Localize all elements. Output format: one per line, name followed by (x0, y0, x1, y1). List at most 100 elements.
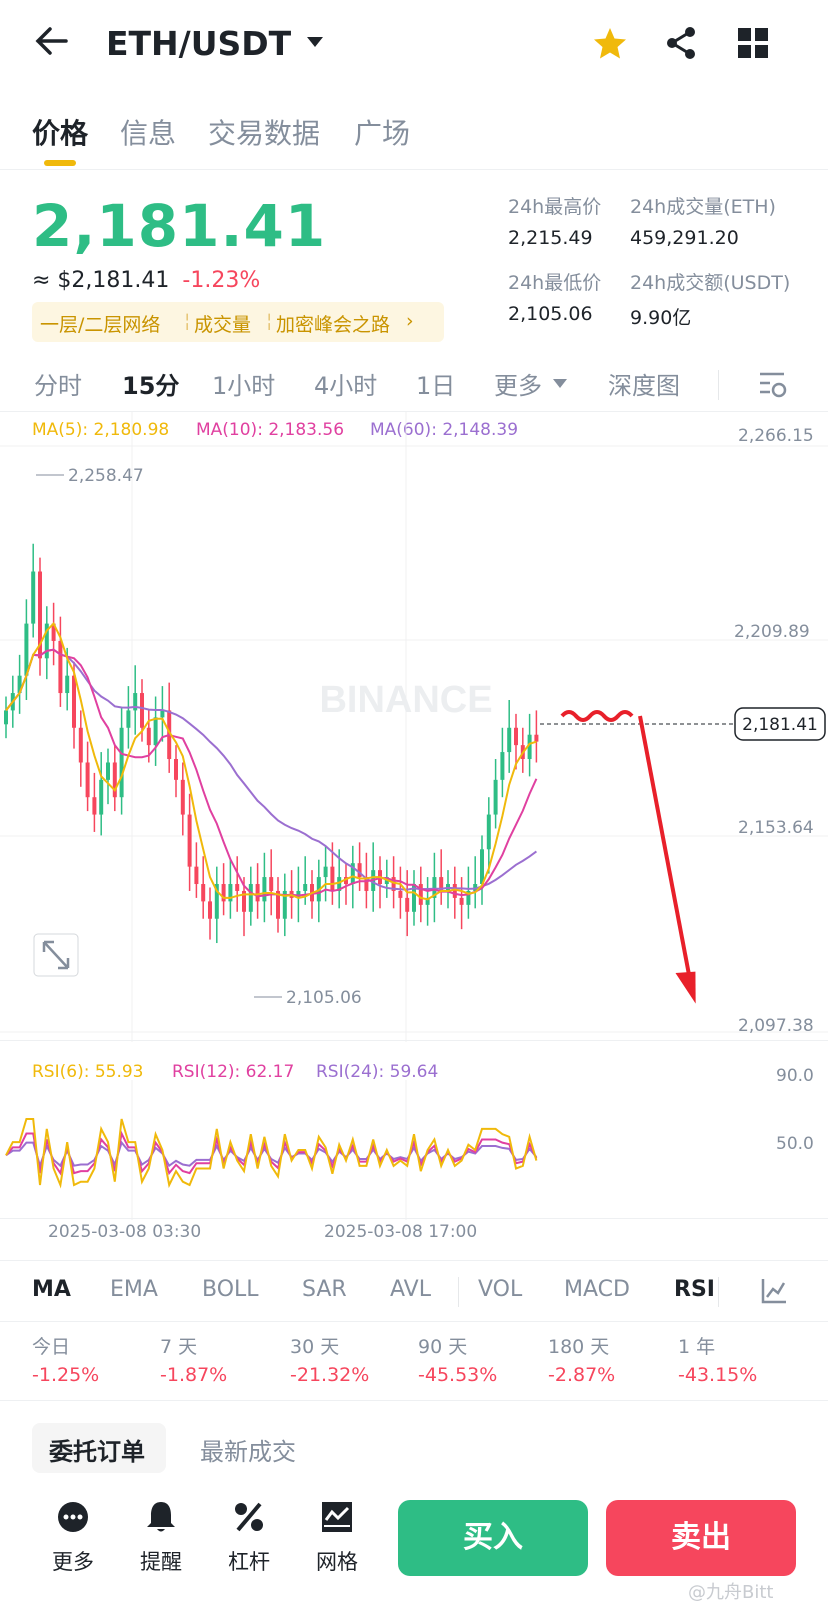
tab-underline (44, 160, 76, 166)
share-icon[interactable] (664, 26, 698, 60)
more-icon (58, 1502, 88, 1532)
price-axis-4: 2,097.38 (738, 1016, 814, 1036)
percent-icon (235, 1502, 263, 1532)
interval-depth[interactable]: 深度图 (608, 366, 680, 401)
divider (0, 1218, 828, 1219)
perf-label-90d: 90 天 (418, 1336, 468, 1358)
candle-body (405, 897, 410, 912)
interval-timeline[interactable]: 分时 (34, 366, 82, 401)
perf-value-90d: -45.53% (418, 1364, 498, 1386)
indicator-sar[interactable]: SAR (302, 1277, 347, 1302)
rsi6-line (5, 1118, 538, 1189)
back-arrow-icon[interactable] (34, 26, 68, 56)
candle-body (201, 884, 206, 902)
perf-label-1y: 1 年 (678, 1336, 716, 1358)
pair-title[interactable]: ETH/USDT (106, 24, 291, 63)
stat-high-label: 24h最高价 (508, 196, 602, 218)
indicator-rsi[interactable]: RSI (674, 1277, 715, 1302)
candle-body (58, 640, 63, 694)
candlestick-chart[interactable]: BINANCE 2,258.47 2,105.06 2,181.41 (0, 412, 828, 1042)
candle-body (106, 762, 110, 780)
stat-vol-usdt: 9.90亿 (630, 307, 692, 329)
more-action[interactable]: 更多 (38, 1500, 108, 1576)
grid-action[interactable]: 网格 (302, 1500, 372, 1576)
tag-layer[interactable]: 一层/二层网络 (40, 310, 160, 337)
buy-button[interactable]: 买入 (398, 1500, 588, 1576)
indicator-ma[interactable]: MA (32, 1277, 71, 1302)
tag-divider: ¦ (266, 310, 273, 332)
candle-body (500, 752, 505, 780)
interval-15m[interactable]: 15分 (122, 366, 179, 401)
tag-summit[interactable]: 加密峰会之路 (276, 310, 390, 337)
interval-bar: 分时 15分 1小时 4小时 1日 更多 深度图 (0, 360, 828, 412)
grid-menu-icon[interactable] (738, 28, 768, 58)
candle-body (112, 762, 117, 798)
interval-more[interactable]: 更多 (494, 366, 542, 401)
sell-button[interactable]: 卖出 (606, 1500, 796, 1576)
indicator-tabs: MA EMA BOLL SAR AVL VOL MACD RSI (0, 1260, 828, 1322)
stat-vol-eth: 459,291.20 (630, 227, 739, 249)
leverage-label: 杠杆 (228, 1550, 270, 1574)
alert-label: 提醒 (140, 1550, 182, 1574)
candle-body (146, 727, 151, 746)
last-price: 2,181.41 (32, 192, 327, 260)
candle-body (126, 710, 131, 728)
candle-body (248, 884, 253, 912)
candle-body (486, 814, 491, 850)
candle-body (255, 884, 260, 902)
candle-body (180, 779, 185, 815)
candle-body (119, 727, 124, 798)
tab-square[interactable]: 广场 (354, 112, 410, 152)
tab-price[interactable]: 价格 (32, 112, 88, 152)
candle-body (31, 571, 36, 624)
candle-body (92, 797, 97, 815)
stat-vol-usdt-label: 24h成交额(USDT) (630, 272, 791, 294)
red-wave-annotation (560, 710, 634, 722)
time-axis-2: 2025-03-08 17:00 (324, 1222, 478, 1242)
tab-trade-data[interactable]: 交易数据 (208, 112, 320, 152)
rsi12-label: RSI(12): 62.17 (172, 1062, 295, 1082)
interval-1h[interactable]: 1小时 (212, 366, 275, 401)
star-icon[interactable] (592, 26, 628, 60)
candle-body (78, 727, 83, 763)
stat-low: 2,105.06 (508, 303, 593, 325)
bell-icon (147, 1502, 175, 1532)
candle-body (269, 877, 274, 891)
candle-body (174, 759, 178, 780)
indicator-vol[interactable]: VOL (478, 1277, 522, 1302)
indicator-avl[interactable]: AVL (390, 1277, 431, 1302)
interval-1d[interactable]: 1日 (416, 366, 455, 401)
candle-body (235, 884, 240, 891)
perf-value-180d: -2.87% (548, 1364, 616, 1386)
perf-label-180d: 180 天 (548, 1336, 610, 1358)
indicator-macd[interactable]: MACD (564, 1277, 630, 1302)
leverage-action[interactable]: 杠杆 (214, 1500, 284, 1576)
chart-settings-icon[interactable] (758, 370, 788, 400)
tab-orders[interactable]: 委托订单 (49, 1432, 145, 1467)
rsi-chart[interactable] (0, 1080, 828, 1220)
chevron-right-icon[interactable]: › (406, 310, 414, 332)
candles-group (4, 543, 539, 944)
tab-info[interactable]: 信息 (120, 112, 176, 152)
tag-volume[interactable]: 成交量 (194, 310, 251, 337)
tab-recent-trades[interactable]: 最新成交 (200, 1432, 296, 1467)
caret-down-icon[interactable] (306, 36, 324, 48)
price-axis-3: 2,153.64 (738, 818, 814, 838)
divider (718, 1277, 719, 1307)
candle-body (323, 866, 328, 878)
interval-4h[interactable]: 4小时 (314, 366, 377, 401)
candle-body (262, 877, 267, 902)
alert-action[interactable]: 提醒 (126, 1500, 196, 1576)
candle-body (459, 897, 464, 905)
perf-label-7d: 7 天 (160, 1336, 198, 1358)
candle-body (493, 779, 498, 815)
perf-value-today: -1.25% (32, 1364, 100, 1386)
candle-body (330, 866, 335, 891)
tag-divider: ¦ (184, 310, 191, 332)
indicator-boll[interactable]: BOLL (202, 1277, 259, 1302)
indicator-ema[interactable]: EMA (110, 1277, 158, 1302)
caret-down-icon[interactable] (552, 378, 568, 389)
candle-body (452, 884, 457, 898)
indicator-settings-icon[interactable] (760, 1277, 788, 1305)
candle-body (99, 779, 104, 815)
